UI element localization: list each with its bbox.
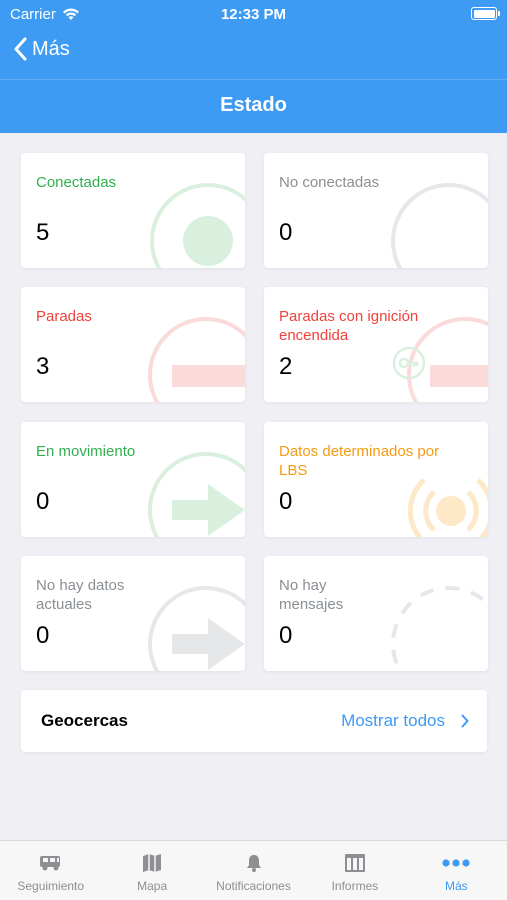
tab-bar: Seguimiento Mapa Notificaciones Informes… (0, 840, 507, 900)
card-no-messages-label: No hay mensajes (279, 577, 344, 613)
back-button[interactable]: Más (14, 37, 70, 61)
card-lbs-value: 0 (279, 488, 293, 515)
bell-icon (246, 855, 261, 872)
more-dots-icon (442, 859, 470, 867)
card-lbs-label: Datos determinados por LBS (279, 443, 440, 479)
tab-map-label: Mapa (137, 879, 168, 893)
card-stopped[interactable]: Paradas 3 (21, 287, 245, 402)
table-icon (344, 854, 365, 872)
geofences-title: Geocercas (41, 711, 128, 730)
tab-reports[interactable]: Informes (304, 841, 405, 900)
tab-tracking[interactable]: Seguimiento (0, 841, 101, 900)
tab-more-label: Más (444, 879, 468, 893)
status-time: 12:33 PM (220, 6, 287, 23)
map-icon (143, 854, 162, 872)
card-no-data[interactable]: No hay datos actuales 0 (21, 556, 245, 671)
tab-more[interactable]: Más (406, 841, 507, 900)
geofences-row: Geocercas Mostrar todos (21, 690, 487, 752)
card-moving-value: 0 (36, 488, 50, 515)
stopped-icon (148, 317, 245, 402)
show-all-link[interactable]: Mostrar todos (341, 711, 469, 731)
card-disconnected-label: No conectadas (279, 174, 380, 191)
card-no-messages-value: 0 (279, 622, 293, 649)
card-connected-value: 5 (36, 219, 50, 246)
card-stopped-ignition-value: 2 (279, 353, 293, 380)
tab-notifications-label: Notificaciones (216, 879, 291, 893)
card-lbs[interactable]: Datos determinados por LBS 0 (264, 422, 488, 537)
card-no-data-value: 0 (36, 622, 50, 649)
tab-reports-label: Informes (331, 879, 379, 893)
card-connected-label: Conectadas (36, 174, 117, 191)
card-stopped-ignition[interactable]: Paradas con ignición encendida 2 (264, 287, 488, 402)
connected-circle-icon (150, 183, 245, 268)
truck-icon (39, 856, 60, 871)
card-stopped-label: Paradas (36, 308, 92, 325)
header: Carrier 12:33 PM Más Estado (0, 0, 507, 133)
disconnected-circle-icon (391, 183, 488, 268)
card-no-data-label: No hay datos actuales (36, 577, 125, 613)
tab-tracking-label: Seguimiento (17, 879, 85, 893)
tab-map[interactable]: Mapa (101, 841, 202, 900)
chevron-left-icon (14, 37, 27, 61)
page-title: Estado (220, 94, 287, 116)
card-disconnected-value: 0 (279, 219, 293, 246)
card-connected[interactable]: Conectadas 5 (21, 153, 245, 268)
card-moving[interactable]: En movimiento 0 (21, 422, 245, 537)
card-disconnected[interactable]: No conectadas 0 (264, 153, 488, 268)
nav-divider (0, 79, 507, 80)
card-no-messages[interactable]: No hay mensajes 0 (264, 556, 488, 671)
card-stopped-ignition-label: Paradas con ignición encendida (279, 308, 419, 344)
show-all-label: Mostrar todos (341, 711, 445, 730)
card-stopped-value: 3 (36, 353, 50, 380)
battery-icon (471, 7, 500, 20)
moving-arrow-icon (148, 452, 245, 537)
back-label: Más (32, 37, 70, 60)
status-bar: Carrier 12:33 PM (0, 0, 507, 30)
tab-notifications[interactable]: Notificaciones (203, 841, 304, 900)
chevron-right-icon (461, 714, 469, 728)
card-moving-label: En movimiento (36, 443, 136, 460)
